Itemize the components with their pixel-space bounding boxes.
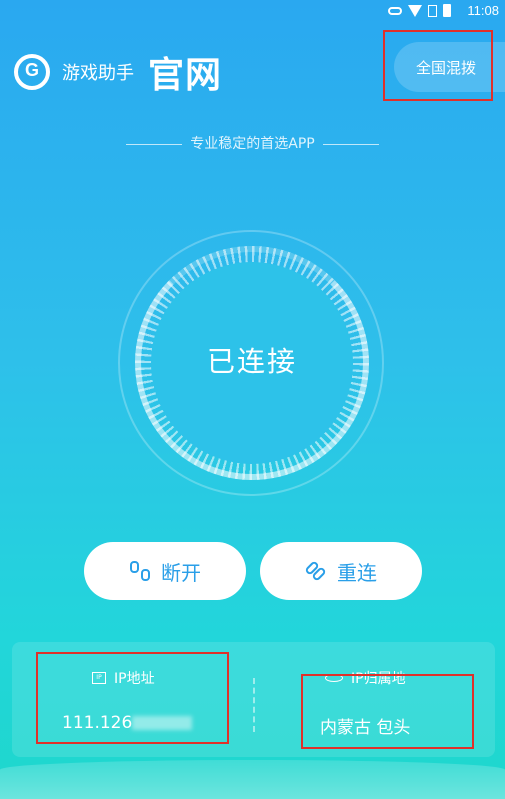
wifi-icon <box>408 4 422 17</box>
tagline-text: 专业稳定的首选APP <box>190 136 315 152</box>
link-break-icon <box>129 560 151 582</box>
tagline-line-left <box>126 143 183 145</box>
connection-status: 已连接 <box>206 345 297 378</box>
status-bar: 11:08 <box>0 0 505 22</box>
app-header: 游戏助手 官网 <box>14 46 222 98</box>
tagline: 专业稳定的首选APP <box>0 133 505 153</box>
highlight-box-ip <box>36 652 229 744</box>
battery-icon <box>443 4 451 17</box>
disconnect-label: 断开 <box>161 560 201 585</box>
official-label: 官网 <box>148 55 223 96</box>
app-name: 游戏助手 <box>62 63 134 84</box>
status-time: 11:08 <box>467 3 499 18</box>
highlight-box-region <box>383 30 493 101</box>
key-icon <box>388 6 402 15</box>
disconnect-button[interactable]: 断开 <box>84 542 246 600</box>
link-icon <box>305 560 327 582</box>
status-icons <box>388 4 451 17</box>
highlight-box-location <box>301 674 474 749</box>
wave-decoration <box>0 760 505 799</box>
reconnect-label: 重连 <box>337 560 377 585</box>
tagline-line-right <box>322 143 379 145</box>
reconnect-button[interactable]: 重连 <box>260 542 422 600</box>
logo-icon <box>14 54 50 90</box>
sim-icon <box>428 4 437 17</box>
info-divider <box>253 678 256 732</box>
